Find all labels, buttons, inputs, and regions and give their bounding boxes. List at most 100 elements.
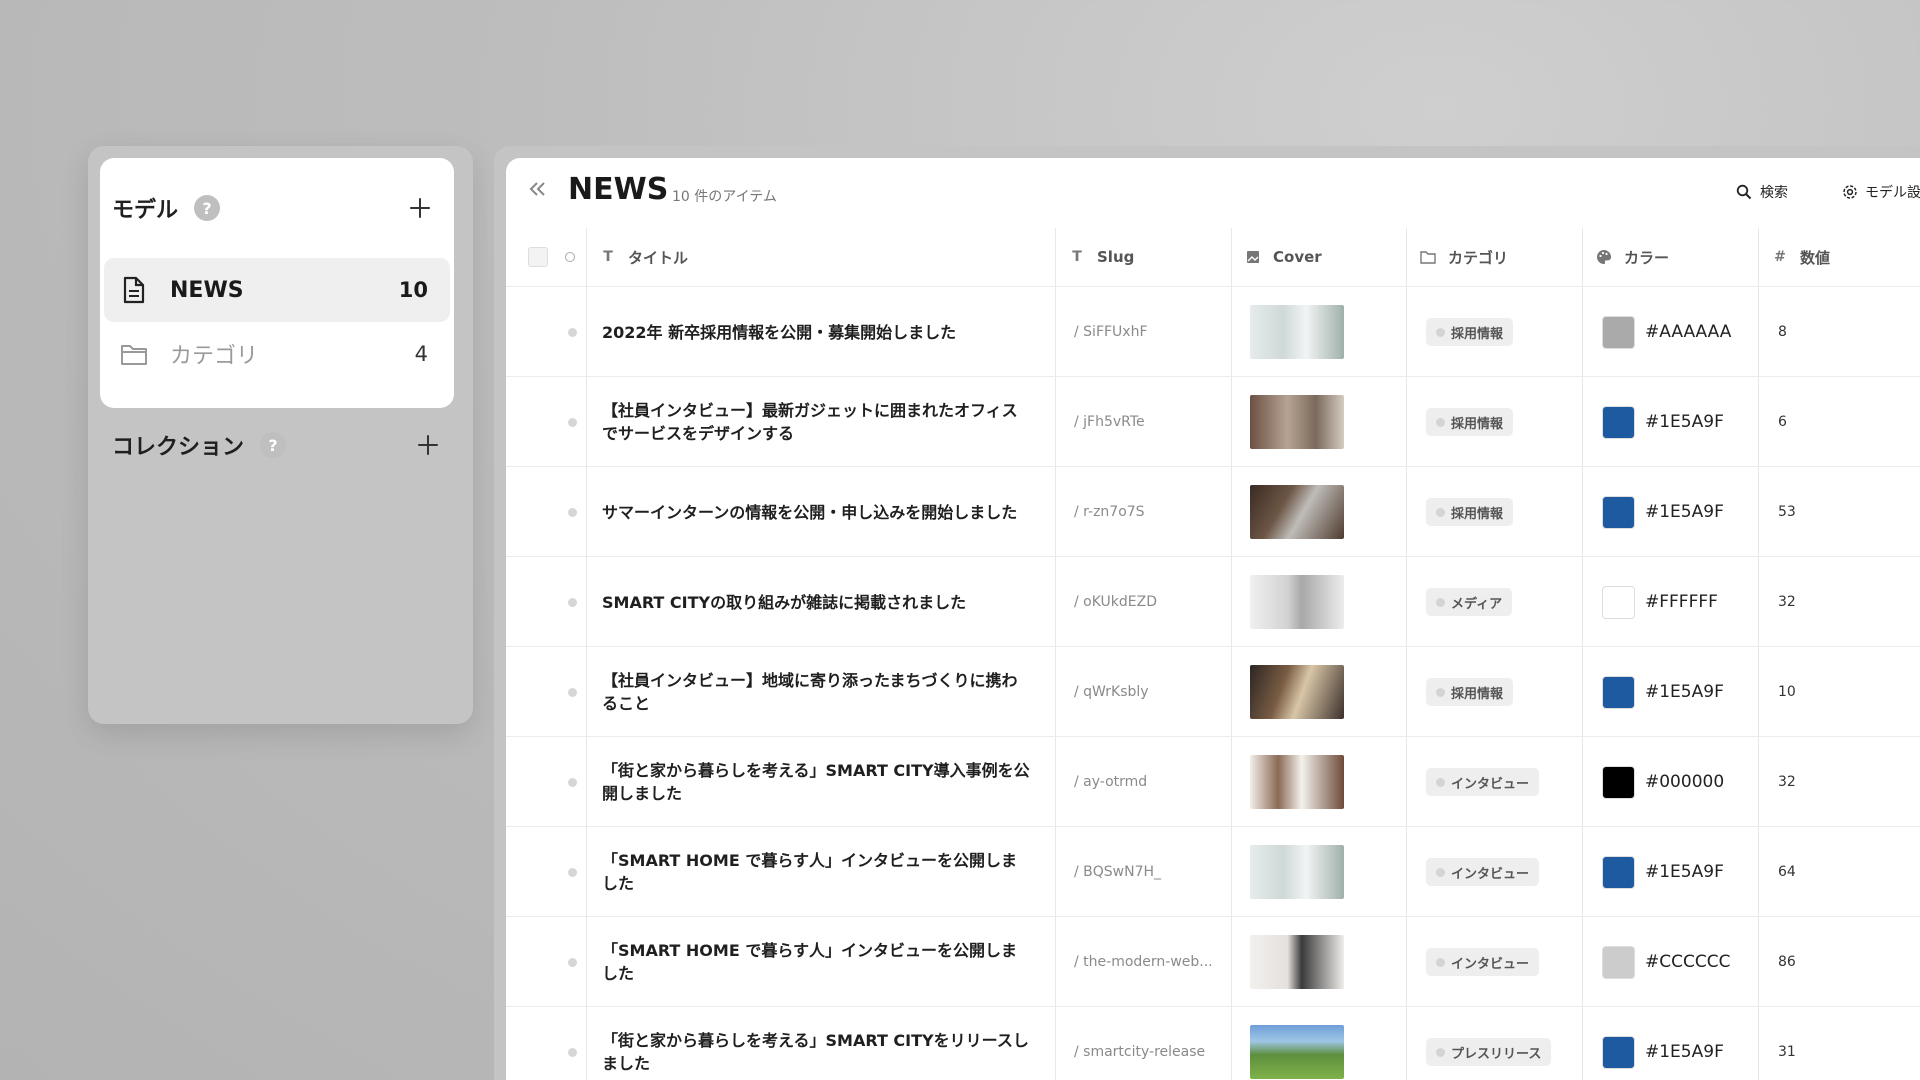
color-swatch — [1602, 1035, 1635, 1069]
text-type-icon: T — [1072, 249, 1082, 265]
row-slug: / ay-otrmd — [1074, 774, 1148, 790]
row-title[interactable]: 「街と家から暮らしを考える」SMART CITYをリリースしました — [602, 1029, 1032, 1075]
cover-thumbnail[interactable] — [1250, 395, 1344, 449]
row-title[interactable]: 2022年 新卒採用情報を公開・募集開始しました — [602, 321, 1032, 344]
badge-dot — [1436, 327, 1445, 337]
table-row[interactable]: 「街と家から暮らしを考える」SMART CITYをリリースしました / smart… — [506, 1006, 1920, 1080]
category-label: インタビュー — [1451, 866, 1530, 882]
category-badge: 採用情報 — [1426, 678, 1514, 706]
table-row[interactable]: サマーインターンの情報を公開・申し込みを開始しました / r-zn7o7S 採用情報… — [506, 466, 1920, 556]
table-row[interactable]: 「SMART HOME で暮らす人」インタビューを公開しました / BQSwN7H… — [506, 826, 1920, 916]
badge-dot — [1436, 957, 1445, 967]
hash-icon: # — [1774, 249, 1786, 265]
category-badge: インタビュー — [1426, 858, 1540, 886]
color-hex: #1E5A9F — [1645, 1042, 1724, 1062]
cover-thumbnail[interactable] — [1250, 845, 1344, 899]
row-title[interactable]: 【社員インタビュー】最新ガジェットに囲まれたオフィスでサービスをデザインする — [602, 399, 1032, 445]
sidebar-item-category[interactable]: カテゴリ 4 — [104, 322, 450, 386]
add-model-button[interactable] — [406, 194, 434, 222]
category-badge: インタビュー — [1426, 768, 1540, 796]
category-label: 採用情報 — [1451, 506, 1504, 522]
table-row[interactable]: SMART CITYの取り組みが雑誌に掲載されました / oKUkdEZD メディア… — [506, 556, 1920, 646]
cover-thumbnail[interactable] — [1250, 665, 1344, 719]
page-title: NEWS — [568, 172, 669, 207]
column-header-color[interactable]: カラー — [1582, 228, 1758, 286]
column-label: 数値 — [1800, 248, 1831, 267]
status-dot — [567, 777, 577, 787]
cover-thumbnail[interactable] — [1250, 935, 1344, 989]
status-dot — [567, 957, 577, 967]
column-header-slug[interactable]: T Slug — [1055, 228, 1231, 286]
search-button[interactable]: 検索 — [1736, 182, 1788, 202]
column-header-cover[interactable]: Cover — [1231, 228, 1406, 286]
row-title[interactable]: 「街と家から暮らしを考える」SMART CITY導入事例を公開しました — [602, 759, 1032, 805]
badge-dot — [1436, 597, 1445, 607]
badge-dot — [1436, 777, 1445, 787]
category-badge: 採用情報 — [1426, 498, 1514, 526]
cover-thumbnail[interactable] — [1250, 755, 1344, 809]
search-label: 検索 — [1760, 185, 1788, 201]
row-title[interactable]: 【社員インタビュー】地域に寄り添ったまちづくりに携わること — [602, 669, 1032, 715]
help-icon[interactable]: ? — [194, 195, 221, 221]
cover-thumbnail[interactable] — [1250, 305, 1344, 359]
badge-dot — [1436, 507, 1445, 517]
add-collection-button[interactable] — [414, 431, 442, 459]
sidebar-item-count: 4 — [414, 342, 428, 366]
table-row[interactable]: 【社員インタビュー】最新ガジェットに囲まれたオフィスでサービスをデザインする / … — [506, 376, 1920, 466]
table-row[interactable]: 「街と家から暮らしを考える」SMART CITY導入事例を公開しました / ay-… — [506, 736, 1920, 826]
column-header-title[interactable]: T タイトル — [586, 228, 1055, 286]
row-number: 8 — [1778, 324, 1787, 340]
row-title[interactable]: 「SMART HOME で暮らす人」インタビューを公開しました — [602, 939, 1032, 985]
row-slug: / oKUkdEZD — [1074, 594, 1157, 610]
sidebar-item-count: 10 — [398, 278, 428, 302]
color-swatch — [1602, 945, 1635, 979]
row-title[interactable]: 「SMART HOME で暮らす人」インタビューを公開しました — [602, 849, 1032, 895]
column-header-category[interactable]: カテゴリ — [1406, 228, 1582, 286]
row-slug: / smartcity-release — [1074, 1044, 1206, 1060]
folder-icon — [120, 340, 148, 368]
content-card: NEWS 10 件のアイテム 検索 モデル設 T タイトル T Slug Cov… — [506, 158, 1920, 1080]
table-row[interactable]: 2022年 新卒採用情報を公開・募集開始しました / SiFFUxhF 採用情報 #A… — [506, 286, 1920, 376]
color-hex: #1E5A9F — [1645, 682, 1724, 702]
cover-thumbnail[interactable] — [1250, 575, 1344, 629]
category-badge: 採用情報 — [1426, 408, 1514, 436]
category-badge: メディア — [1426, 588, 1513, 616]
help-icon[interactable]: ? — [260, 432, 287, 458]
color-swatch — [1602, 675, 1635, 709]
row-title[interactable]: サマーインターンの情報を公開・申し込みを開始しました — [602, 501, 1032, 524]
model-settings-button[interactable]: モデル設 — [1842, 182, 1920, 202]
row-slug: / BQSwN7H_ — [1074, 864, 1162, 880]
category-badge: インタビュー — [1426, 948, 1540, 976]
table-row[interactable]: 【社員インタビュー】地域に寄り添ったまちづくりに携わること / qWrKsbly 採… — [506, 646, 1920, 736]
column-label: カテゴリ — [1448, 248, 1509, 267]
document-icon — [120, 276, 148, 304]
table-row[interactable]: 「SMART HOME で暮らす人」インタビューを公開しました / the-mod… — [506, 916, 1920, 1006]
sidebar-item-news[interactable]: NEWS 10 — [104, 258, 450, 322]
category-badge: 採用情報 — [1426, 318, 1514, 346]
settings-label: モデル設 — [1865, 185, 1920, 201]
color-hex: #CCCCCC — [1645, 952, 1731, 972]
badge-dot — [1436, 417, 1445, 427]
model-sidebar: モデル ? NEWS 10 カテゴリ 4 コレクション ? — [88, 146, 473, 724]
cover-thumbnail[interactable] — [1250, 1025, 1344, 1079]
item-count: 10 件のアイテム — [672, 189, 777, 205]
gear-icon — [1843, 185, 1857, 199]
row-title[interactable]: SMART CITYの取り組みが雑誌に掲載されました — [602, 591, 1032, 614]
cover-thumbnail[interactable] — [1250, 485, 1344, 539]
status-dot — [567, 597, 577, 607]
collapse-sidebar-icon[interactable] — [524, 176, 552, 204]
badge-dot — [1436, 687, 1445, 697]
table-header: T タイトル T Slug Cover カテゴリ カラー # 数値 — [506, 228, 1920, 286]
color-hex: #AAAAAA — [1645, 322, 1732, 342]
row-number: 32 — [1778, 774, 1796, 790]
search-icon — [1736, 184, 1752, 200]
select-all-checkbox[interactable] — [528, 247, 548, 267]
row-number: 6 — [1778, 414, 1787, 430]
color-swatch — [1602, 855, 1635, 889]
models-header: モデル ? — [100, 158, 454, 258]
row-slug: / the-modern-web... — [1074, 954, 1213, 970]
color-swatch — [1602, 585, 1635, 619]
status-dot — [567, 417, 577, 427]
badge-dot — [1436, 1047, 1445, 1057]
column-header-number[interactable]: # 数値 — [1758, 228, 1920, 286]
